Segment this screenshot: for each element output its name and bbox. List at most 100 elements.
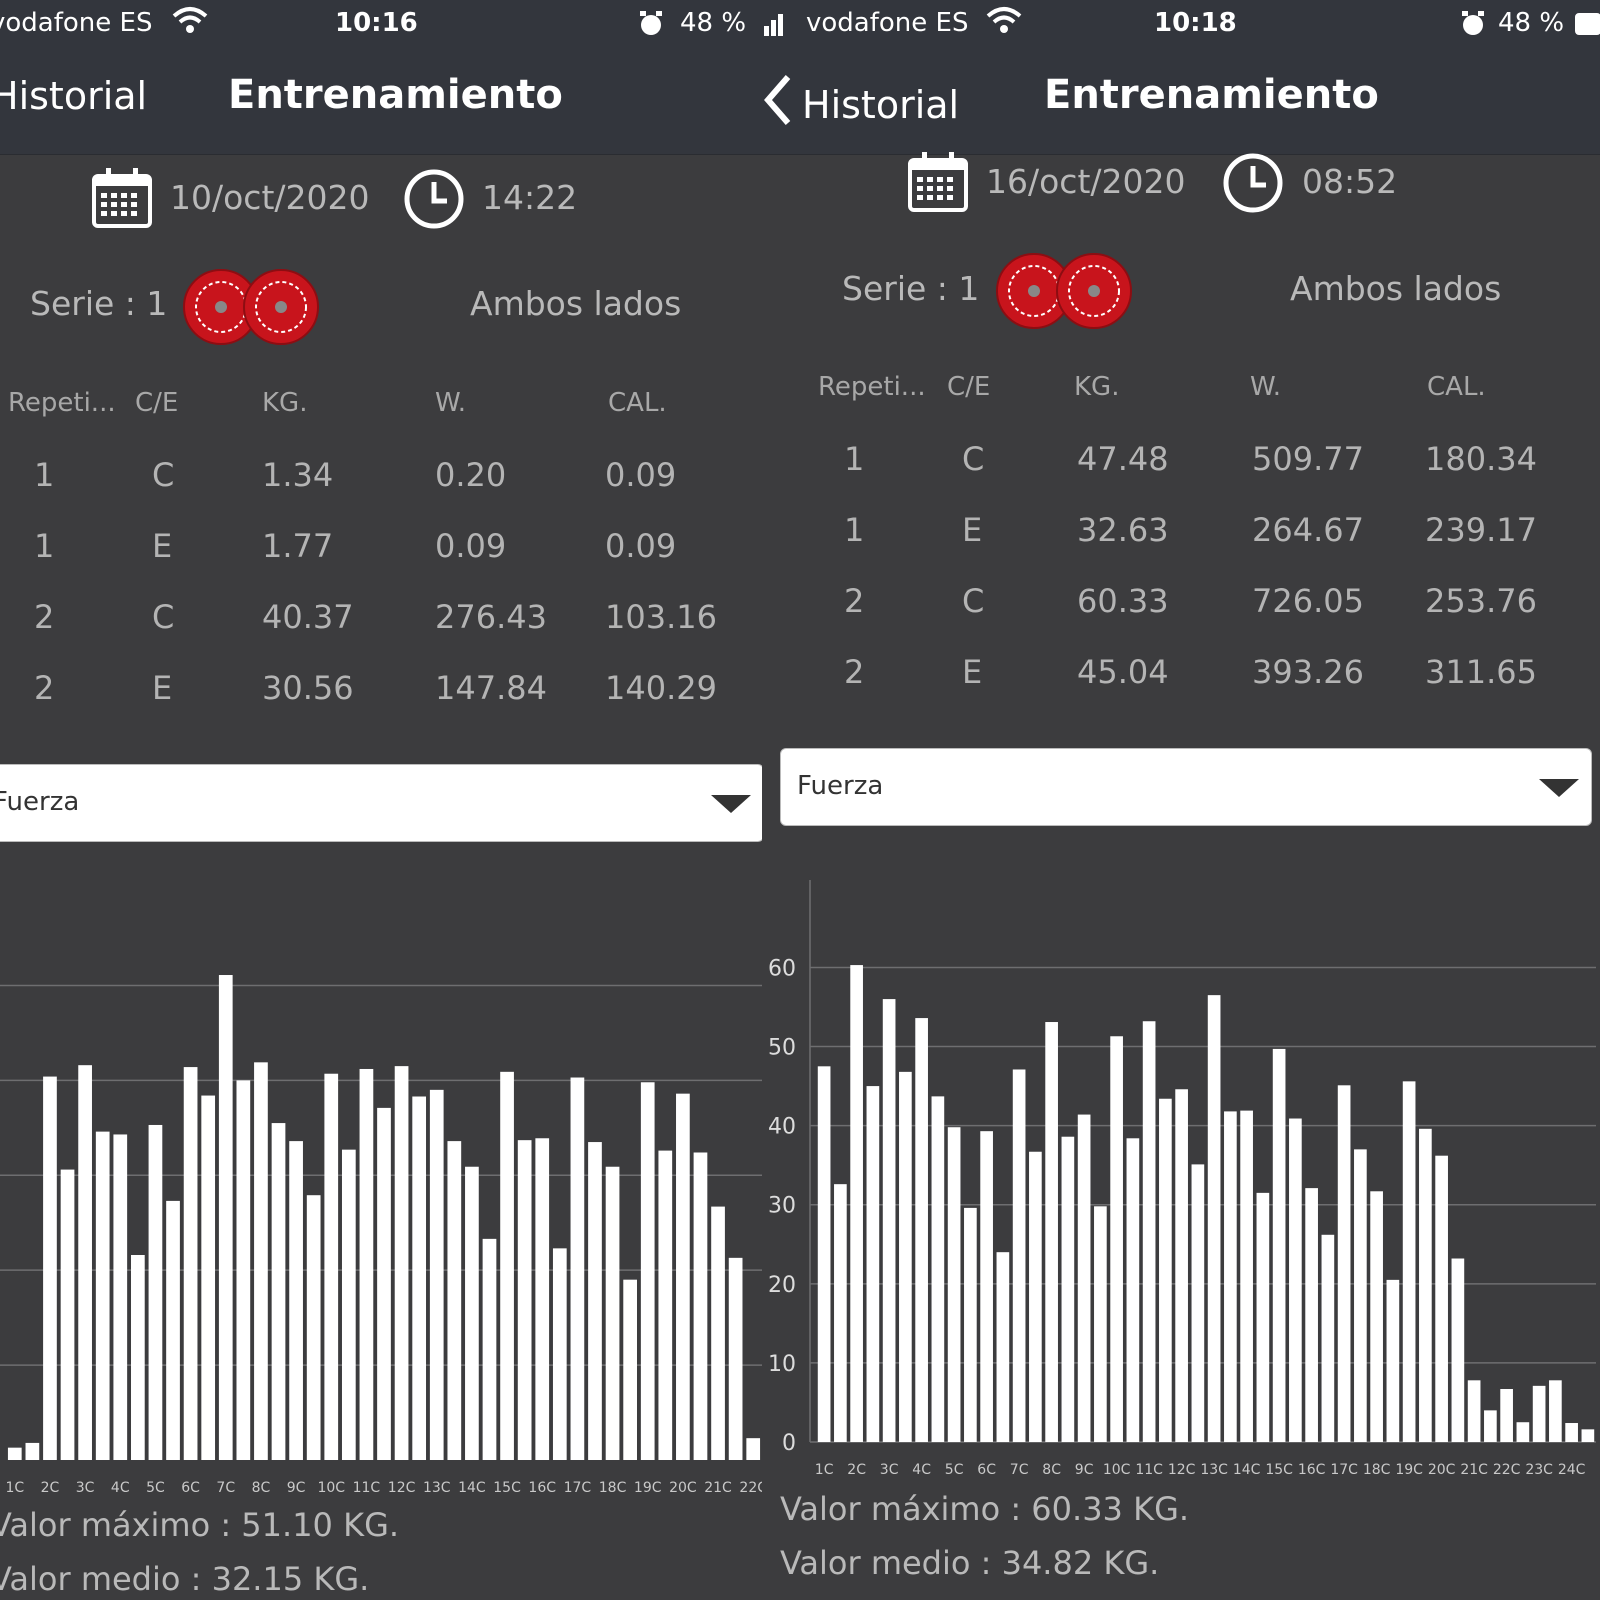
bar [1224,1111,1237,1442]
x-tick-label: 8C [252,1480,271,1496]
session-time: 08:52 [1302,162,1398,201]
table-cell: E [152,669,173,707]
x-tick-label: 21C [704,1480,732,1496]
x-tick-label: 12C [1168,1462,1196,1478]
back-button[interactable]: Historial [762,74,959,135]
table-cell: 0.09 [435,527,507,565]
x-tick-label: 7C [216,1480,235,1496]
bar [429,1089,444,1460]
x-tick-label: 3C [880,1462,899,1478]
table-cell: 1.34 [262,456,334,494]
table-cell: 2 [34,598,55,636]
bar [465,1166,479,1460]
status-time: 10:18 [1154,8,1237,38]
x-tick-label: 2C [41,1480,60,1496]
metric-select[interactable]: Fuerza [0,764,762,842]
x-tick-label: 4C [111,1480,130,1496]
session-time: 14:22 [482,178,578,217]
col-header: Repeti... [818,372,926,402]
chevron-down-icon [1539,779,1579,797]
x-tick-label: 12C [388,1480,416,1496]
bar [1386,1279,1400,1442]
chevron-down-icon [711,795,751,813]
bar [899,1071,912,1442]
table-cell: 32.63 [1077,511,1169,549]
table-cell: 40.37 [262,598,354,636]
table-cell: E [962,653,983,691]
table-cell: 726.05 [1252,582,1364,620]
table-cell: 253.76 [1425,582,1537,620]
x-tick-label: 1C [815,1462,834,1478]
nav-bar: Historial Entrenamiento [762,50,1600,155]
x-tick-label: 19C [634,1480,662,1496]
table-cell: E [152,527,173,565]
bar [588,1142,602,1460]
x-tick-label: 3C [76,1480,95,1496]
bar [1516,1422,1530,1442]
x-tick-label: 11C [1135,1462,1163,1478]
session-date: 16/oct/2020 [986,162,1186,201]
bar [658,1150,673,1460]
col-header: W. [1250,372,1281,402]
table-cell: 509.77 [1252,440,1364,478]
status-bar: vodafone ES 10:18 48 % [762,0,1600,50]
nav-bar: Historial Entrenamiento [0,50,762,155]
back-button[interactable]: Historial [0,74,147,118]
left-screen: vodafone ES 10:16 48 % Historial Entrena… [0,0,762,1600]
table-cell: 264.67 [1252,511,1364,549]
table-cell: 140.29 [605,669,717,707]
x-tick-label: 16C [1298,1462,1326,1478]
metric-select[interactable]: Fuerza [780,748,1592,826]
bar [834,1184,847,1442]
bar [850,965,863,1442]
table-cell: 1 [844,440,865,478]
back-label: Historial [0,74,148,118]
x-tick-label: 10C [1103,1462,1131,1478]
col-header: W. [435,388,466,418]
bar [1402,1081,1416,1442]
table-cell: 239.17 [1425,511,1537,549]
bar [1484,1410,1497,1442]
bar [1077,1114,1091,1442]
bar [25,1442,40,1460]
bar [1175,1089,1188,1442]
table-cell: 0.09 [605,527,677,565]
bar [1272,1048,1286,1442]
x-tick-label: 11C [353,1480,381,1496]
calendar-icon [92,168,152,232]
col-header: Repeti... [8,388,116,418]
bar [377,1107,391,1460]
y-tick-label: 30 [768,1194,796,1219]
x-tick-label: 23C [1525,1462,1553,1478]
bar [947,1127,961,1442]
bar [866,1086,880,1442]
y-tick-label: 0 [782,1431,796,1456]
y-tick-label: 50 [768,1036,796,1061]
bar [1565,1423,1578,1442]
bar [254,1062,268,1460]
x-tick-label: 14C [1233,1462,1261,1478]
x-tick-label: 6C [181,1480,200,1496]
bar [1159,1098,1172,1442]
bar [78,1065,92,1460]
battery-label: 48 % [1498,8,1565,38]
bar [1029,1151,1042,1442]
bar [166,1200,180,1460]
bar [882,999,896,1442]
bar [1012,1069,1026,1442]
x-tick-label: 22C [739,1480,762,1496]
x-tick-label: 16C [528,1480,556,1496]
bar [996,1252,1010,1442]
bar [676,1093,690,1460]
clock-icon [1222,152,1284,218]
bar [552,1248,567,1460]
x-tick-label: 5C [146,1480,165,1496]
bar [324,1073,339,1460]
x-tick-label: 15C [1265,1462,1293,1478]
x-tick-label: 22C [1493,1462,1521,1478]
x-tick-label: 5C [945,1462,964,1478]
x-tick-label: 7C [1010,1462,1029,1478]
x-tick-label: 13C [423,1480,451,1496]
table-cell: C [962,440,985,478]
bar [1500,1389,1513,1442]
